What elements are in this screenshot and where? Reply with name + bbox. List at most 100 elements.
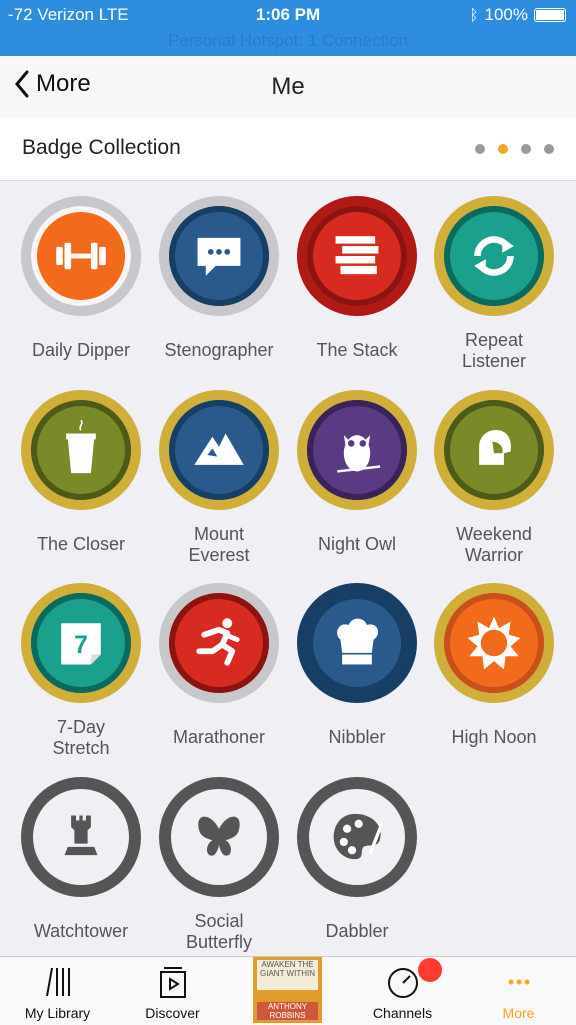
badge-label: Nibbler bbox=[328, 727, 386, 747]
page-dot[interactable] bbox=[475, 144, 485, 154]
svg-text:7: 7 bbox=[74, 632, 88, 659]
badge-label: Dabbler bbox=[325, 921, 389, 941]
status-right: ᛒ 100% bbox=[469, 5, 566, 25]
tab-label: Channels bbox=[372, 1005, 433, 1021]
badge-medal: 7 bbox=[21, 583, 141, 703]
more-icon bbox=[508, 979, 529, 985]
tab-discover[interactable]: Discover bbox=[115, 957, 230, 1025]
badge-item[interactable]: Watchtower bbox=[12, 777, 150, 942]
coffee-cup-icon bbox=[66, 419, 96, 474]
badge-medal bbox=[297, 390, 417, 510]
sun-icon bbox=[467, 616, 521, 670]
badge-collection-header: Badge Collection bbox=[0, 118, 576, 181]
badge-label: Daily Dipper bbox=[31, 340, 131, 360]
mountain-icon bbox=[194, 433, 244, 465]
badge-label: Mount Everest bbox=[188, 524, 250, 565]
nav-bar: More Me bbox=[0, 56, 576, 119]
page-dot-active[interactable] bbox=[498, 144, 508, 154]
tab-channels[interactable]: Channels bbox=[345, 957, 460, 1025]
badge-face: 7 bbox=[31, 593, 131, 693]
badge-item[interactable]: Stenographer bbox=[150, 196, 288, 361]
tab-label: My Library bbox=[24, 1005, 91, 1021]
badge-medal bbox=[159, 196, 279, 316]
book-stack-icon bbox=[335, 236, 379, 275]
badge-item[interactable]: Nibbler bbox=[288, 583, 426, 748]
badge-face bbox=[307, 593, 407, 693]
page-dot[interactable] bbox=[544, 144, 554, 154]
badge-face bbox=[307, 400, 407, 500]
palette-icon bbox=[333, 813, 384, 860]
badge-face bbox=[444, 206, 544, 306]
tab-more[interactable]: More bbox=[461, 957, 576, 1025]
badge-item[interactable]: High Noon bbox=[425, 583, 563, 748]
badge-medal bbox=[297, 583, 417, 703]
badge-item[interactable]: Social Butterfly bbox=[150, 777, 288, 953]
badge-face bbox=[307, 206, 407, 306]
badge-medal bbox=[21, 777, 141, 897]
badge-item[interactable]: Night Owl bbox=[288, 390, 426, 555]
badge-label: Social Butterfly bbox=[185, 911, 253, 952]
badge-face bbox=[171, 789, 267, 885]
book-title: AWAKEN THE GIANT WITHIN bbox=[257, 960, 318, 990]
badge-item[interactable]: Mount Everest bbox=[150, 390, 288, 566]
page-title: Me bbox=[271, 73, 305, 100]
channels-icon bbox=[387, 968, 418, 998]
badge-face bbox=[444, 400, 544, 500]
badge-label: Repeat Listener bbox=[461, 330, 527, 371]
now-playing-book[interactable]: AWAKEN THE GIANT WITHIN ANTHONY ROBBINS bbox=[253, 957, 322, 1023]
dumbbell-icon bbox=[56, 242, 106, 270]
badge-item[interactable]: Dabbler bbox=[288, 777, 426, 942]
runner-icon bbox=[196, 618, 240, 666]
badge-label: 7-Day Stretch bbox=[52, 717, 110, 758]
badge-medal bbox=[434, 390, 554, 510]
status-bar: -72 Verizon LTE 1:06 PM ᛒ 100% Personal … bbox=[0, 0, 576, 56]
badge-medal bbox=[21, 390, 141, 510]
battery-percent: 100% bbox=[484, 5, 528, 24]
badge-item[interactable]: 7 7-Day Stretch bbox=[12, 583, 150, 759]
badge-label: Night Owl bbox=[317, 534, 397, 554]
badge-item[interactable]: Marathoner bbox=[150, 583, 288, 748]
badge-medal bbox=[159, 583, 279, 703]
badge-medal bbox=[159, 390, 279, 510]
badge-item[interactable]: The Closer bbox=[12, 390, 150, 555]
badge-label: Stenographer bbox=[164, 340, 274, 360]
chef-hat-icon bbox=[337, 618, 379, 665]
badge-face bbox=[33, 789, 129, 885]
badge-face bbox=[309, 789, 405, 885]
badge-item[interactable]: Repeat Listener bbox=[425, 196, 563, 372]
badge-medal bbox=[434, 583, 554, 703]
tab-label: Discover bbox=[145, 1005, 200, 1021]
badge-face bbox=[31, 400, 131, 500]
badge-medal bbox=[159, 777, 279, 897]
bluetooth-icon: ᛒ bbox=[469, 6, 479, 24]
badge-face bbox=[169, 400, 269, 500]
owl-icon bbox=[337, 435, 381, 473]
tab-my-library[interactable]: My Library bbox=[0, 957, 115, 1025]
badge-medal bbox=[434, 196, 554, 316]
badge-item[interactable]: Daily Dipper bbox=[12, 196, 150, 361]
discover-icon bbox=[159, 967, 186, 998]
butterfly-icon bbox=[198, 816, 240, 856]
badge-item[interactable]: Weekend Warrior bbox=[425, 390, 563, 566]
hotspot-banner[interactable]: Personal Hotspot: 1 Connection bbox=[0, 31, 576, 51]
calendar-7-icon: 7 bbox=[61, 623, 101, 665]
badge-face bbox=[169, 206, 269, 306]
badge-label: Weekend Warrior bbox=[456, 524, 532, 565]
badge-label: High Noon bbox=[451, 727, 537, 747]
badge-label: Marathoner bbox=[172, 727, 266, 747]
badge-label: The Closer bbox=[36, 534, 126, 554]
badge-medal bbox=[297, 196, 417, 316]
badge-face bbox=[444, 593, 544, 693]
rook-icon bbox=[64, 815, 98, 856]
page-indicator[interactable] bbox=[475, 144, 554, 154]
badge-label: Watchtower bbox=[33, 921, 129, 941]
tab-label: More bbox=[502, 1005, 535, 1021]
section-title: Badge Collection bbox=[22, 136, 181, 159]
page-dot[interactable] bbox=[521, 144, 531, 154]
badge-face bbox=[169, 593, 269, 693]
spartan-helmet-icon bbox=[479, 429, 511, 465]
library-icon bbox=[45, 967, 70, 997]
notification-badge bbox=[418, 958, 442, 982]
badge-medal bbox=[21, 196, 141, 316]
badge-item[interactable]: The Stack bbox=[288, 196, 426, 361]
